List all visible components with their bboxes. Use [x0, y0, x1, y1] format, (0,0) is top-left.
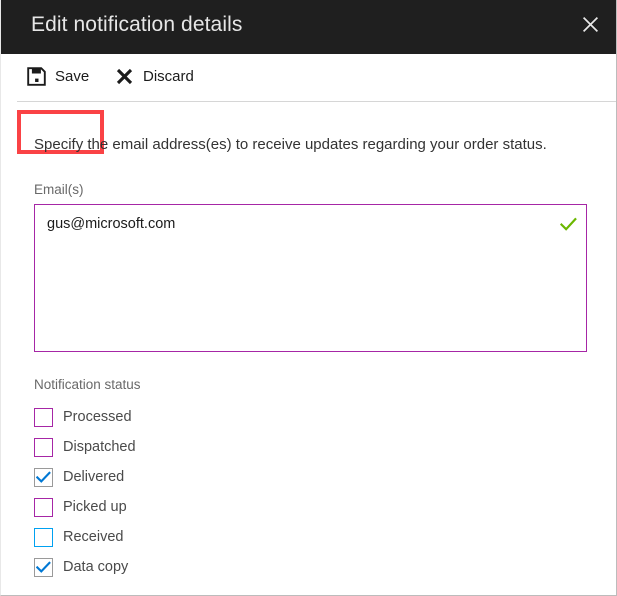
- command-toolbar: Save Discard: [1, 54, 616, 154]
- checkbox-label-delivered: Delivered: [63, 469, 125, 485]
- checkbox-label-data-copy: Data copy: [63, 559, 129, 575]
- page-title: Edit notification details: [31, 13, 243, 36]
- checkbox-row-received[interactable]: Received: [34, 522, 434, 552]
- checkbox-dispatched[interactable]: [34, 437, 53, 457]
- edit-notification-details-blade: Edit notification details Save Discard S…: [0, 0, 617, 596]
- checkbox-row-data-copy[interactable]: Data copy: [34, 552, 434, 582]
- save-button[interactable]: Save: [25, 54, 89, 99]
- discard-icon: [113, 66, 135, 88]
- email-field-label: Email(s): [34, 182, 84, 197]
- checkbox-row-processed[interactable]: Processed: [34, 402, 434, 432]
- checkbox-picked-up[interactable]: [34, 497, 53, 517]
- discard-button[interactable]: Discard: [113, 54, 194, 99]
- checkbox-received[interactable]: [34, 527, 53, 547]
- discard-button-label: Discard: [143, 67, 194, 85]
- checkbox-processed[interactable]: [34, 407, 53, 427]
- checkbox-row-delivered[interactable]: Delivered: [34, 462, 434, 492]
- close-icon: [582, 16, 599, 33]
- checkbox-delivered[interactable]: [34, 467, 53, 487]
- save-icon: [25, 66, 47, 88]
- titlebar: Edit notification details: [1, 0, 616, 54]
- checkbox-row-dispatched[interactable]: Dispatched: [34, 432, 434, 462]
- checkmark-icon: [559, 215, 577, 233]
- close-button[interactable]: [568, 4, 612, 44]
- checkbox-row-picked-up[interactable]: Picked up: [34, 492, 434, 522]
- checkbox-label-picked-up: Picked up: [63, 499, 127, 515]
- checkbox-label-received: Received: [63, 529, 124, 545]
- checkbox-label-processed: Processed: [63, 409, 132, 425]
- email-input[interactable]: gus@microsoft.com: [34, 204, 587, 352]
- checkbox-label-dispatched: Dispatched: [63, 439, 136, 455]
- blade-content: Specify the email address(es) to receive…: [1, 102, 616, 595]
- notification-status-label: Notification status: [34, 377, 141, 392]
- save-button-label: Save: [55, 67, 90, 85]
- checkbox-data-copy[interactable]: [34, 557, 53, 577]
- notification-status-list: Processed Dispatched Delivered Picked up: [34, 402, 434, 582]
- email-input-value: gus@microsoft.com: [47, 216, 176, 232]
- intro-text: Specify the email address(es) to receive…: [34, 136, 547, 153]
